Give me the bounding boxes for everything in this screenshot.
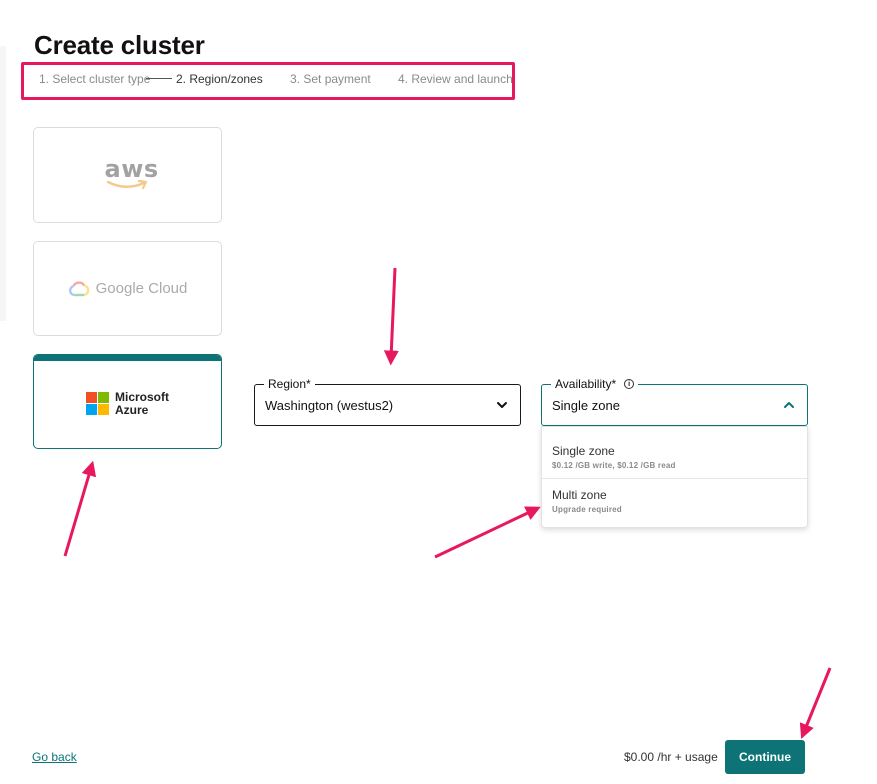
availability-option-multi-zone[interactable]: Multi zone Upgrade required — [542, 478, 807, 528]
availability-value: Single zone — [552, 398, 620, 413]
microsoft-azure-logo: Microsoft Azure — [86, 389, 169, 417]
price-summary: $0.00 /hr + usage — [624, 750, 718, 764]
arrow-icon — [63, 460, 97, 557]
microsoft-azure-logo-text: Microsoft Azure — [115, 389, 169, 417]
step-set-payment[interactable]: 3. Set payment — [290, 72, 371, 86]
azure-logo-line2: Azure — [115, 402, 149, 417]
region-value: Washington (westus2) — [265, 398, 394, 413]
arrow-icon — [383, 267, 399, 366]
selected-card-indicator — [34, 355, 221, 361]
continue-button[interactable]: Continue — [725, 740, 805, 774]
google-cloud-logo: Google Cloud — [68, 280, 188, 297]
provider-card-microsoft-azure[interactable]: Microsoft Azure — [33, 354, 222, 449]
microsoft-logo-icon — [86, 392, 109, 415]
page-title: Create cluster — [34, 30, 205, 60]
availability-select[interactable]: Availability* i Single zone — [541, 377, 808, 426]
info-icon[interactable]: i — [624, 379, 635, 389]
google-cloud-icon — [68, 280, 90, 296]
option-title: Single zone — [552, 444, 615, 458]
availability-label: Availability* i — [551, 377, 639, 391]
azure-logo-line1: Microsoft — [115, 389, 169, 404]
chevron-up-icon — [784, 402, 794, 408]
step-select-cluster-type[interactable]: 1. Select cluster type — [39, 72, 150, 86]
google-cloud-logo-text: Google Cloud — [95, 280, 188, 297]
step-connector — [146, 78, 172, 79]
aws-smile-icon — [106, 179, 147, 190]
left-panel-edge — [0, 46, 6, 321]
region-select[interactable]: Region* Washington (westus2) — [254, 377, 521, 426]
step-region-zones[interactable]: 2. Region/zones — [176, 72, 263, 86]
arrow-icon — [434, 506, 541, 559]
availability-dropdown: Single zone $0.12 /GB write, $0.12 /GB r… — [541, 426, 808, 528]
step-review-and-launch[interactable]: 4. Review and launch — [398, 72, 513, 86]
aws-logo: aws — [98, 155, 158, 195]
availability-option-single-zone[interactable]: Single zone $0.12 /GB write, $0.12 /GB r… — [542, 427, 807, 477]
option-detail: Upgrade required — [552, 505, 622, 514]
option-detail: $0.12 /GB write, $0.12 /GB read — [552, 461, 676, 470]
provider-card-google-cloud[interactable]: Google Cloud — [33, 241, 222, 336]
arrow-icon — [799, 667, 832, 739]
go-back-link[interactable]: Go back — [32, 750, 77, 764]
chevron-down-icon — [497, 402, 507, 408]
region-label: Region* — [264, 377, 315, 391]
provider-card-aws[interactable]: aws — [33, 127, 222, 223]
option-title: Multi zone — [552, 488, 607, 502]
